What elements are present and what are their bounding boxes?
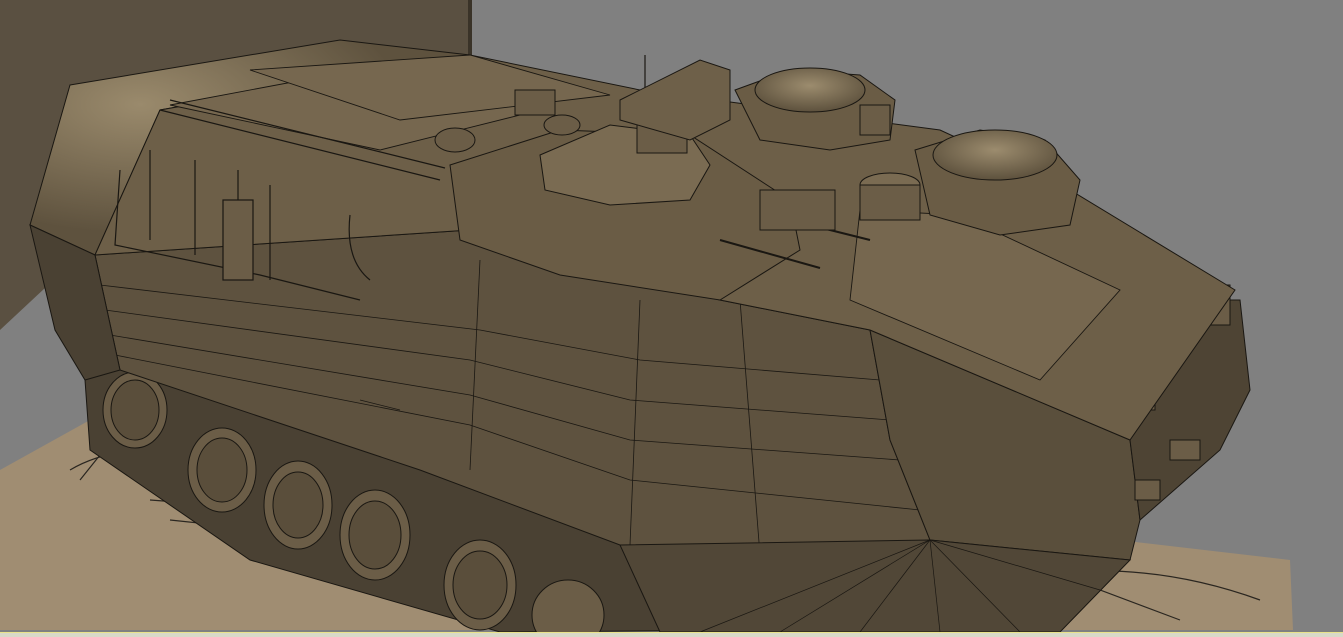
road-wheel: [102, 371, 168, 449]
road-wheel: [339, 489, 411, 581]
road-wheel: [187, 427, 257, 513]
render-scene[interactable]: [0, 0, 1343, 637]
road-wheel: [443, 539, 517, 631]
bow-lower: [619, 539, 1132, 633]
viewport-bottom-strip: [0, 632, 1343, 637]
road-wheel: [263, 460, 333, 550]
cupola-left: [734, 67, 896, 151]
3d-viewport[interactable]: [0, 0, 1343, 637]
